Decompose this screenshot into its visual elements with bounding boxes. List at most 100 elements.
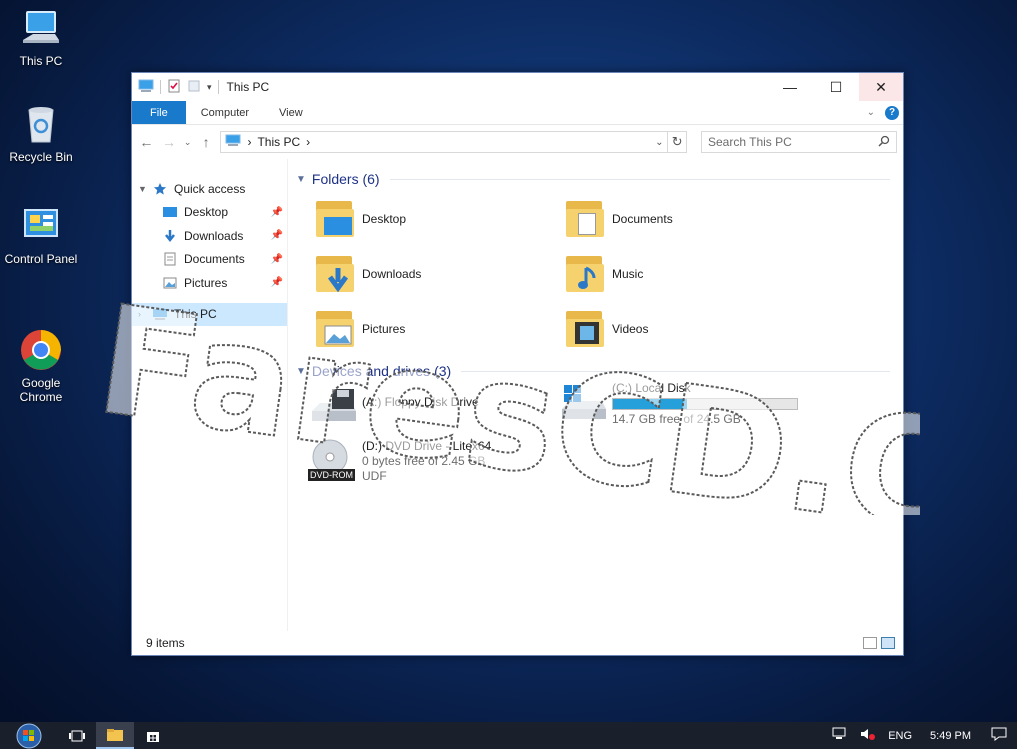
computer-icon	[19, 6, 63, 50]
forward-arrow-icon[interactable]: →	[161, 134, 178, 150]
address-bar[interactable]: › This PC › ⌄	[220, 131, 669, 153]
address-dropdown-icon[interactable]: ⌄	[655, 137, 663, 148]
drive-local-c[interactable]: (C:) Local Disk 14.7 GB free of 24.5 GB	[558, 381, 798, 427]
drive-free-space: 14.7 GB free of 24.5 GB	[612, 412, 741, 426]
nav-desktop[interactable]: Desktop 📌	[132, 201, 287, 225]
help-icon[interactable]: ?	[885, 105, 899, 120]
close-button[interactable]: ✕	[859, 73, 903, 101]
computer-small-icon	[138, 79, 154, 96]
back-arrow-icon[interactable]: ←	[138, 134, 155, 150]
devices-section-header[interactable]: ▼ Devices and drives (3)	[296, 363, 890, 379]
nav-label: Desktop	[184, 205, 229, 220]
folders-section-header[interactable]: ▼ Folders (6)	[296, 171, 890, 187]
desktop-icon-label: This PC	[19, 54, 63, 68]
windows-orb-icon	[16, 723, 42, 748]
chevron-down-icon: ▼	[296, 173, 306, 185]
desktop-icon-label: Recycle Bin	[9, 150, 73, 164]
desktop-icon-chrome[interactable]: Google Chrome	[4, 300, 78, 404]
details-view-icon[interactable]	[863, 637, 877, 649]
download-arrow-icon	[162, 229, 178, 243]
refresh-button[interactable]: ↻	[668, 131, 687, 153]
control-panel-icon	[19, 204, 63, 248]
folder-music[interactable]: Music	[562, 249, 643, 299]
folder-name: Desktop	[362, 212, 407, 226]
desktop-icon-label: Control Panel	[4, 252, 78, 266]
music-folder-icon	[562, 252, 606, 296]
computer-small-icon	[152, 307, 168, 321]
folder-videos[interactable]: Videos	[562, 304, 648, 354]
star-icon	[152, 182, 168, 196]
network-icon[interactable]	[832, 727, 848, 744]
drive-floppy[interactable]: (A:) Floppy Disk Drive	[308, 385, 479, 429]
clock[interactable]: 5:49 PM	[930, 730, 971, 742]
quick-access-toolbar: ▾	[138, 79, 219, 96]
tab-file[interactable]: File	[132, 101, 186, 124]
taskbar-store[interactable]	[134, 722, 172, 749]
tab-computer[interactable]: Computer	[186, 101, 264, 124]
nav-documents[interactable]: Documents 📌	[132, 248, 287, 272]
search-input[interactable]: Search This PC	[701, 131, 897, 153]
drive-free-space: 0 bytes free of 2.45 GB	[362, 454, 486, 468]
pin-icon[interactable]: 📌	[271, 254, 283, 265]
folder-name: Videos	[612, 322, 649, 336]
folder-icon	[107, 728, 123, 741]
dvd-rom-badge: DVD-ROM	[308, 469, 355, 481]
folder-desktop[interactable]: Desktop	[312, 194, 406, 244]
language-indicator[interactable]: ENG	[888, 730, 912, 742]
folder-documents[interactable]: Documents	[562, 194, 673, 244]
content-pane: ▼ Folders (6) Desktop Documents Download…	[288, 159, 903, 631]
task-view-icon	[69, 730, 85, 741]
breadcrumb-separator: ›	[306, 135, 311, 149]
window-title: This PC	[226, 80, 270, 94]
desktop-icon-control-panel[interactable]: Control Panel	[4, 204, 78, 266]
new-folder-icon[interactable]	[187, 79, 201, 96]
nav-this-pc[interactable]: › This PC	[132, 302, 287, 326]
tab-view[interactable]: View	[264, 101, 318, 124]
expand-ribbon-icon[interactable]: ⌄	[867, 107, 875, 118]
customize-toolbar-icon[interactable]: ▾	[207, 82, 212, 93]
taskbar: ENG 5:49 PM	[0, 722, 1017, 749]
floppy-drive-icon	[308, 385, 358, 429]
nav-quick-access[interactable]: ▼ Quick access	[132, 177, 287, 201]
folder-downloads[interactable]: Downloads	[312, 249, 421, 299]
maximize-icon: ☐	[829, 78, 843, 95]
downloads-folder-icon	[312, 252, 356, 296]
maximize-button[interactable]: ☐	[813, 73, 859, 101]
volume-muted-icon[interactable]	[860, 727, 876, 744]
up-arrow-icon[interactable]: ↑	[198, 134, 215, 150]
breadcrumb-this-pc[interactable]: This PC	[257, 135, 300, 149]
start-button[interactable]	[0, 722, 58, 749]
nav-downloads[interactable]: Downloads 📌	[132, 224, 287, 248]
desktop-icon-this-pc[interactable]: This PC	[4, 6, 78, 68]
desktop-icon-recycle-bin[interactable]: Recycle Bin	[4, 102, 78, 164]
chevron-right-icon: ›	[138, 309, 141, 320]
drive-name: (C:) Local Disk	[612, 381, 691, 395]
notifications-icon[interactable]	[991, 727, 1007, 744]
pin-icon[interactable]: 📌	[271, 230, 283, 241]
task-view-button[interactable]	[58, 722, 96, 749]
recycle-bin-icon	[19, 102, 63, 146]
drive-dvd-d[interactable]: DVD-ROM (D:) DVD Drive - Litex64 0 bytes…	[308, 439, 491, 484]
status-bar: 9 items	[132, 631, 903, 655]
pin-icon[interactable]: 📌	[271, 207, 283, 218]
drive-filesystem: UDF	[362, 469, 387, 483]
folder-name: Music	[612, 267, 644, 281]
recent-locations-icon[interactable]: ⌄	[183, 137, 192, 148]
dvd-drive-icon: DVD-ROM	[308, 439, 358, 483]
folder-pictures[interactable]: Pictures	[312, 304, 405, 354]
nav-label: Quick access	[174, 181, 246, 196]
folder-name: Documents	[612, 212, 673, 226]
properties-icon[interactable]	[167, 79, 181, 96]
ribbon-tabs: File Computer View ⌄ ?	[132, 101, 903, 125]
large-icons-view-icon[interactable]	[881, 637, 895, 649]
pin-icon[interactable]: 📌	[271, 277, 283, 288]
windows-drive-icon	[558, 381, 608, 425]
drive-usage-fill	[613, 399, 687, 409]
nav-pictures[interactable]: Pictures 📌	[132, 271, 287, 295]
taskbar-file-explorer[interactable]	[96, 722, 134, 749]
picture-icon	[162, 276, 178, 290]
minimize-button[interactable]: —	[767, 73, 813, 101]
store-icon	[147, 731, 159, 742]
chevron-down-icon: ▼	[138, 183, 147, 194]
nav-label: This PC	[174, 307, 217, 322]
